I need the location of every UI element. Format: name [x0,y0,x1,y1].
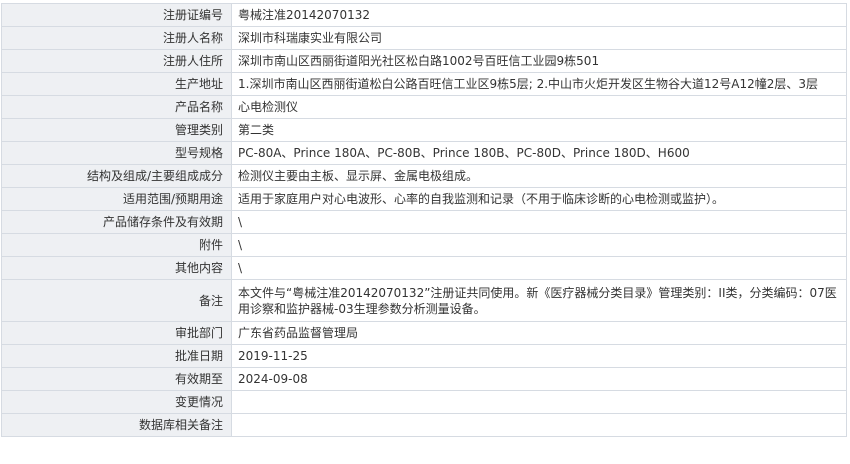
row-value: 1.深圳市南山区西丽街道松白公路百旺信工业区9栋5层; 2.中山市火炬开发区生物… [231,72,847,96]
table-row: 注册证编号 粤械注准20142070132 [1,3,847,27]
row-label: 结构及组成/主要组成成分 [1,164,232,188]
table-row: 有效期至 2024-09-08 [1,367,847,391]
row-value: \ [231,256,847,280]
table-row: 备注 本文件与“粤械注准20142070132”注册证共同使用。新《医疗器械分类… [1,279,847,322]
row-value: 2024-09-08 [231,367,847,391]
table-row: 生产地址 1.深圳市南山区西丽街道松白公路百旺信工业区9栋5层; 2.中山市火炬… [1,72,847,96]
row-label: 产品名称 [1,95,232,119]
table-row: 产品储存条件及有效期 \ [1,210,847,234]
row-label: 注册人名称 [1,26,232,50]
row-label: 附件 [1,233,232,257]
row-label: 注册证编号 [1,3,232,27]
row-label: 变更情况 [1,390,232,414]
row-label: 生产地址 [1,72,232,96]
row-label: 注册人住所 [1,49,232,73]
table-row: 附件 \ [1,233,847,257]
row-value [231,413,847,437]
row-value: 深圳市南山区西丽街道阳光社区松白路1002号百旺信工业园9栋501 [231,49,847,73]
table-row: 变更情况 [1,390,847,414]
row-label: 有效期至 [1,367,232,391]
row-value: 本文件与“粤械注准20142070132”注册证共同使用。新《医疗器械分类目录》… [231,279,847,322]
table-row: 适用范围/预期用途 适用于家庭用户对心电波形、心率的自我监测和记录（不用于临床诊… [1,187,847,211]
row-value: 粤械注准20142070132 [231,3,847,27]
table-row: 结构及组成/主要组成成分 检测仪主要由主板、显示屏、金属电极组成。 [1,164,847,188]
row-value: 心电检测仪 [231,95,847,119]
row-value: 第二类 [231,118,847,142]
table-row: 批准日期 2019-11-25 [1,344,847,368]
table-row: 数据库相关备注 [1,413,847,437]
row-label: 备注 [1,279,232,322]
table-row: 注册人名称 深圳市科瑞康实业有限公司 [1,26,847,50]
table-row: 型号规格 PC-80A、Prince 180A、PC-80B、Prince 18… [1,141,847,165]
row-value: 2019-11-25 [231,344,847,368]
row-value [231,390,847,414]
row-label: 其他内容 [1,256,232,280]
row-label: 审批部门 [1,321,232,345]
row-value: \ [231,233,847,257]
table-row: 产品名称 心电检测仪 [1,95,847,119]
row-label: 产品储存条件及有效期 [1,210,232,234]
table-row: 其他内容 \ [1,256,847,280]
row-label: 型号规格 [1,141,232,165]
table-row: 管理类别 第二类 [1,118,847,142]
row-value: 广东省药品监督管理局 [231,321,847,345]
row-value: 检测仪主要由主板、显示屏、金属电极组成。 [231,164,847,188]
row-label: 适用范围/预期用途 [1,187,232,211]
row-value: \ [231,210,847,234]
row-label: 管理类别 [1,118,232,142]
table-row: 注册人住所 深圳市南山区西丽街道阳光社区松白路1002号百旺信工业园9栋501 [1,49,847,73]
row-label: 批准日期 [1,344,232,368]
row-value: 深圳市科瑞康实业有限公司 [231,26,847,50]
row-value: PC-80A、Prince 180A、PC-80B、Prince 180B、PC… [231,141,847,165]
registration-record-table: 注册证编号 粤械注准20142070132 注册人名称 深圳市科瑞康实业有限公司… [1,3,847,437]
table-row: 审批部门 广东省药品监督管理局 [1,321,847,345]
row-value: 适用于家庭用户对心电波形、心率的自我监测和记录（不用于临床诊断的心电检测或监护）… [231,187,847,211]
row-label: 数据库相关备注 [1,413,232,437]
